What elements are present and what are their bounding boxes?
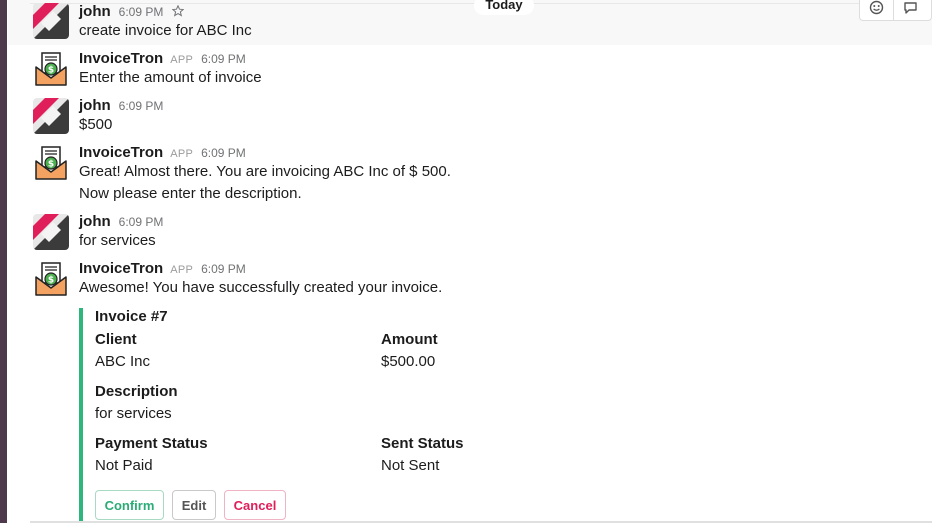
star-icon[interactable]: [171, 4, 185, 17]
confirm-button[interactable]: Confirm: [95, 490, 164, 520]
add-reaction-icon: [869, 0, 884, 15]
sent-status-value: Not Sent: [381, 457, 440, 474]
invoice-attachment: Invoice #7 Client ABC Inc Amount $500.00…: [79, 308, 599, 523]
description-label: Description: [95, 383, 178, 400]
message-text: Great! Almost there. You are invoicing A…: [79, 163, 451, 180]
message-text: $500: [79, 116, 113, 133]
message-sender[interactable]: InvoiceTron: [79, 144, 163, 161]
svg-text:$: $: [48, 276, 54, 286]
message-sender[interactable]: john: [79, 97, 111, 114]
user-avatar-icon[interactable]: [33, 214, 69, 250]
payment-status-label: Payment Status: [95, 435, 208, 452]
message-timestamp[interactable]: 6:09 PM: [201, 52, 246, 66]
message-timestamp[interactable]: 6:09 PM: [201, 262, 246, 276]
message-text: Awesome! You have successfully created y…: [79, 279, 443, 296]
user-avatar-icon[interactable]: [33, 3, 69, 39]
client-value: ABC Inc: [95, 353, 151, 370]
reply-thread-icon: [904, 2, 917, 14]
app-badge: APP: [170, 264, 194, 276]
message-text: Now please enter the description.: [79, 185, 302, 202]
message-timestamp[interactable]: 6:09 PM: [119, 215, 164, 229]
message-sender[interactable]: InvoiceTron: [79, 50, 163, 67]
message-sender[interactable]: InvoiceTron: [79, 260, 163, 277]
add-reaction-button[interactable]: [860, 0, 894, 20]
message-text: for services: [79, 232, 156, 249]
app-badge: APP: [170, 148, 194, 160]
app-badge: APP: [170, 54, 194, 66]
cancel-button[interactable]: Cancel: [224, 490, 286, 520]
user-avatar-icon[interactable]: [33, 98, 69, 134]
description-value: for services: [95, 405, 172, 422]
invoice-title: Invoice #7: [95, 308, 168, 325]
invoice-envelope-icon[interactable]: $: [33, 145, 69, 181]
sent-status-label: Sent Status: [381, 435, 464, 452]
payment-status-value: Not Paid: [95, 457, 153, 474]
message-sender[interactable]: john: [79, 3, 111, 20]
message-sender[interactable]: john: [79, 213, 111, 230]
message-timestamp[interactable]: 6:09 PM: [119, 5, 164, 19]
message-text: Enter the amount of invoice: [79, 69, 262, 86]
message-text: create invoice for ABC Inc: [79, 22, 252, 39]
svg-text:$: $: [48, 66, 54, 76]
client-label: Client: [95, 331, 137, 348]
invoice-envelope-icon[interactable]: $: [33, 51, 69, 87]
svg-text:$: $: [48, 160, 54, 170]
message-timestamp[interactable]: 6:09 PM: [201, 146, 246, 160]
reply-thread-button[interactable]: [894, 0, 927, 20]
sidebar-edge: [0, 0, 7, 523]
day-divider-label: Today: [474, 0, 534, 15]
edit-button[interactable]: Edit: [172, 490, 216, 520]
message-actions-toolbar: [859, 0, 932, 21]
message-timestamp[interactable]: 6:09 PM: [119, 99, 164, 113]
amount-value: $500.00: [381, 353, 436, 370]
amount-label: Amount: [381, 331, 438, 348]
invoice-envelope-icon[interactable]: $: [33, 261, 69, 297]
